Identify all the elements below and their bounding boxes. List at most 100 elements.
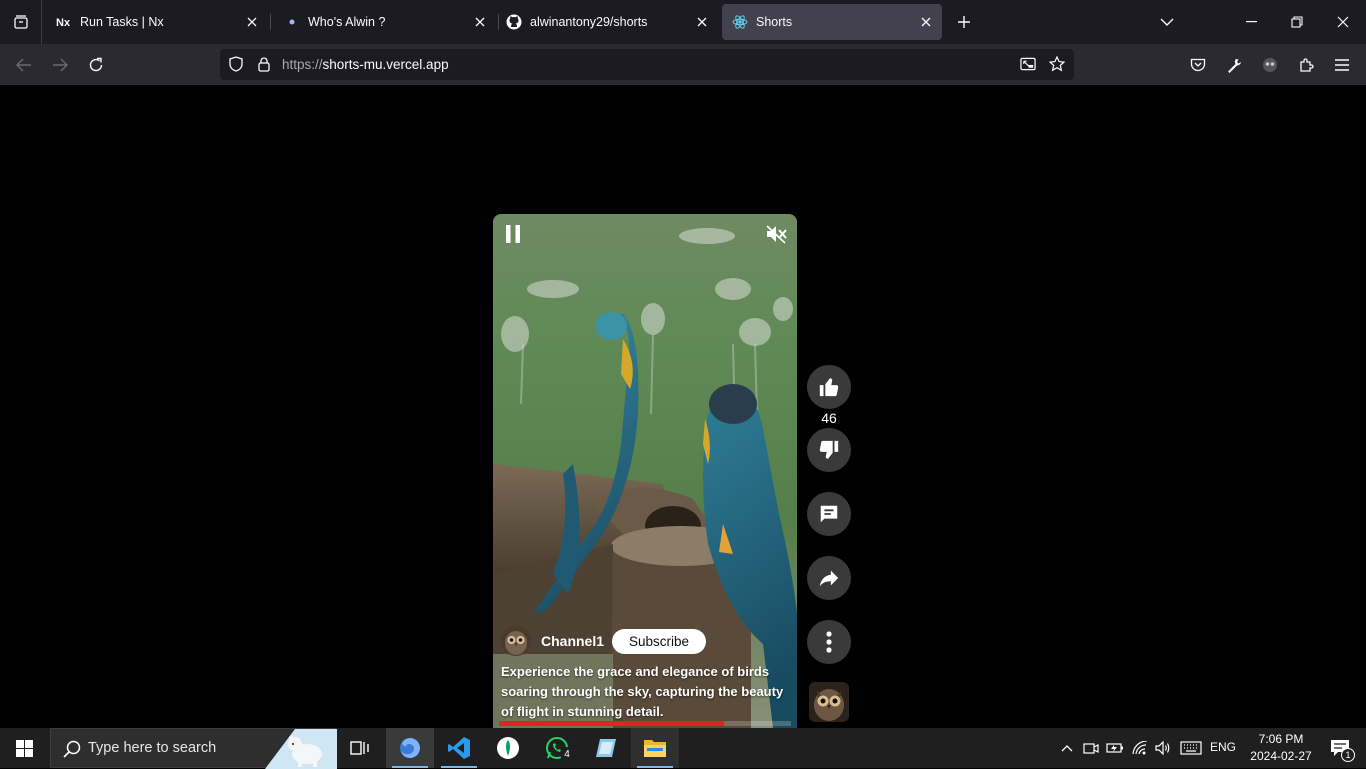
taskbar-vscode[interactable] xyxy=(435,728,483,768)
url-bar[interactable]: https://shorts-mu.vercel.app xyxy=(220,49,1074,80)
thumbs-up-icon xyxy=(819,378,839,397)
channel-avatar[interactable] xyxy=(501,626,531,656)
comment-icon xyxy=(820,505,838,523)
close-tab-icon[interactable] xyxy=(468,10,492,34)
tab-github-shorts[interactable]: alwinantony29/shorts xyxy=(496,4,718,40)
search-placeholder: Type here to search xyxy=(88,740,217,756)
clock-time: 7:06 PM xyxy=(1258,732,1304,746)
task-view-icon xyxy=(350,741,369,755)
tab-title: Shorts xyxy=(756,15,793,29)
video-progress-fill xyxy=(499,721,724,726)
close-window-button[interactable] xyxy=(1320,0,1366,44)
back-button[interactable] xyxy=(11,52,37,78)
comments-button[interactable] xyxy=(807,492,851,536)
channel-name[interactable]: Channel1 xyxy=(541,633,604,649)
arrow-right-icon xyxy=(53,58,68,72)
close-tab-icon[interactable] xyxy=(690,10,714,34)
tab-title: Run Tasks | Nx xyxy=(80,15,164,29)
touch-keyboard-button[interactable] xyxy=(1178,728,1204,768)
keyboard-icon xyxy=(1180,741,1202,755)
share-icon xyxy=(819,570,839,587)
nx-logo-icon: Nx xyxy=(56,14,72,30)
short-video-player[interactable]: Channel1 Subscribe Experience the grace … xyxy=(493,214,797,728)
more-options-button[interactable] xyxy=(807,620,851,664)
taskbar-search-box[interactable]: Type here to search xyxy=(50,728,337,769)
tab-list-button[interactable] xyxy=(0,0,42,44)
close-tab-icon[interactable] xyxy=(240,10,264,34)
restore-button[interactable] xyxy=(1274,0,1320,44)
start-button[interactable] xyxy=(0,728,48,768)
forward-button[interactable] xyxy=(47,52,73,78)
taskbar-notes-app[interactable] xyxy=(582,728,630,768)
firefox-icon xyxy=(400,738,420,758)
close-tab-icon[interactable] xyxy=(914,10,938,34)
close-icon xyxy=(1337,16,1349,28)
notification-count-badge: 1 xyxy=(1341,748,1355,762)
bookmark-star-icon[interactable] xyxy=(1049,56,1065,72)
polar-bear-search-highlight-icon xyxy=(265,729,337,769)
new-tab-button[interactable] xyxy=(952,10,976,34)
taskbar-file-explorer[interactable] xyxy=(631,728,679,768)
meet-now-button[interactable] xyxy=(1081,728,1101,768)
pause-button[interactable] xyxy=(503,224,523,244)
lock-icon[interactable] xyxy=(256,56,272,72)
wrench-icon xyxy=(1228,59,1241,73)
sound-channel-avatar[interactable] xyxy=(809,682,849,722)
volume-button[interactable] xyxy=(1153,728,1173,768)
folder-icon xyxy=(644,740,666,757)
tab-whos-alwin[interactable]: Who's Alwin ? xyxy=(274,4,496,40)
tracking-protection-shield-icon[interactable] xyxy=(228,56,244,72)
tab-shorts[interactable]: Shorts xyxy=(722,4,942,40)
list-all-tabs-button[interactable] xyxy=(1144,0,1190,44)
hamburger-menu-icon xyxy=(1335,59,1349,71)
network-button[interactable] xyxy=(1130,728,1150,768)
chevron-down-icon xyxy=(1160,18,1174,26)
dot-favicon-icon xyxy=(284,14,300,30)
meet-now-icon xyxy=(1083,743,1099,754)
owl-extension-icon xyxy=(1263,58,1277,72)
show-hidden-icons-button[interactable] xyxy=(1056,728,1078,768)
speaker-icon xyxy=(1155,741,1170,755)
extensions-button[interactable] xyxy=(1293,52,1319,78)
unmute-button[interactable] xyxy=(765,224,787,244)
app-menu-button[interactable] xyxy=(1329,52,1355,78)
github-icon xyxy=(506,14,522,30)
tab-strip: Nx Run Tasks | Nx Who's Alwin ? alwinant… xyxy=(0,0,1366,44)
whatsapp-unread-badge: 4 xyxy=(560,747,574,761)
pause-icon xyxy=(506,225,520,243)
collections-icon xyxy=(13,15,28,29)
extension-owl-button[interactable] xyxy=(1257,52,1283,78)
picture-in-picture-icon[interactable] xyxy=(1020,56,1036,72)
task-view-button[interactable] xyxy=(336,728,384,768)
action-center-button[interactable]: 1 xyxy=(1320,728,1360,768)
clock-date: 2024-02-27 xyxy=(1250,749,1312,763)
video-description: Experience the grace and elegance of bir… xyxy=(501,664,784,719)
taskbar-firefox[interactable] xyxy=(386,728,434,768)
like-button[interactable] xyxy=(807,365,851,409)
input-language-indicator[interactable]: ENG xyxy=(1210,740,1236,754)
devtools-button[interactable] xyxy=(1221,52,1247,78)
pocket-button[interactable] xyxy=(1185,52,1211,78)
thumbs-down-icon xyxy=(819,440,839,459)
notes-app-icon xyxy=(596,739,616,757)
plus-icon xyxy=(958,16,970,28)
minimize-button[interactable] xyxy=(1228,0,1274,44)
subscribe-button[interactable]: Subscribe xyxy=(612,628,707,654)
chevron-up-icon xyxy=(1061,745,1073,752)
minimize-icon xyxy=(1245,21,1257,23)
battery-button[interactable] xyxy=(1104,728,1126,768)
channel-info: Channel1 Subscribe xyxy=(501,626,707,656)
reload-button[interactable] xyxy=(83,52,109,78)
video-progress-bar[interactable] xyxy=(499,721,791,726)
dislike-button[interactable] xyxy=(807,428,851,472)
taskbar-mongodb-compass[interactable] xyxy=(484,728,532,768)
tab-title: alwinantony29/shorts xyxy=(530,15,648,29)
windows-logo-icon xyxy=(15,739,33,757)
taskbar-whatsapp[interactable]: 4 xyxy=(533,728,581,768)
volume-muted-icon xyxy=(766,225,787,244)
share-button[interactable] xyxy=(807,556,851,600)
clock[interactable]: 7:06 PM 2024-02-27 xyxy=(1246,731,1316,765)
arrow-left-icon xyxy=(16,58,31,72)
url-text[interactable]: https://shorts-mu.vercel.app xyxy=(282,57,449,72)
tab-run-tasks[interactable]: Nx Run Tasks | Nx xyxy=(46,4,268,40)
